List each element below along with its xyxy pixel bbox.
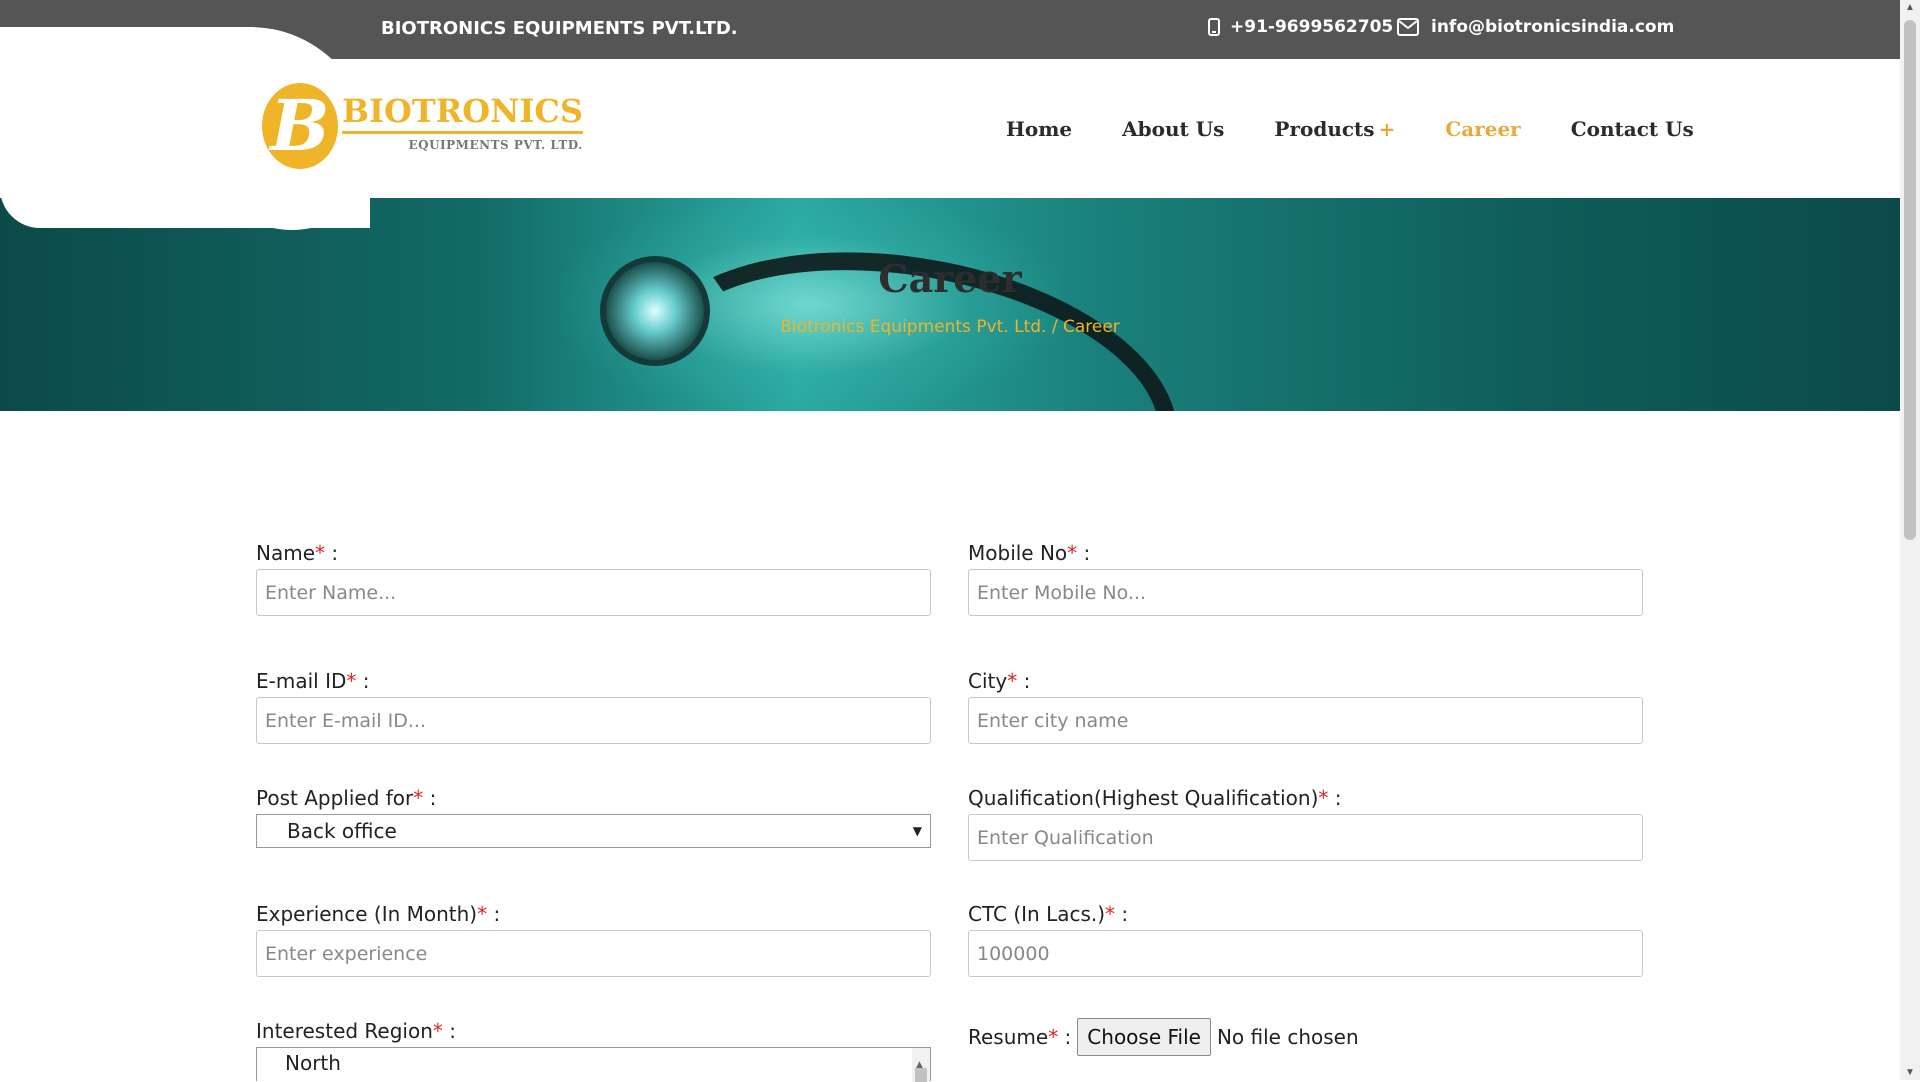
plus-icon: +	[1378, 117, 1396, 141]
mobile-label: Mobile No* :	[968, 541, 1091, 565]
breadcrumb-separator: /	[1051, 317, 1058, 337]
post-select[interactable]: Back office ▼	[256, 814, 931, 848]
post-label: Post Applied for* :	[256, 786, 437, 810]
site-logo[interactable]: B BIOTRONICS EQUIPMENTS PVT. LTD.	[262, 83, 583, 169]
logo-mark: B	[262, 83, 338, 169]
email-link[interactable]: info@biotronicsindia.com	[1397, 17, 1674, 37]
choose-file-button[interactable]: Choose File	[1077, 1018, 1211, 1056]
region-field-group: Interested Region* : North ▲	[256, 1018, 931, 1082]
resume-field-group: Resume* : Choose File No file chosen	[968, 1018, 1643, 1056]
logo-wordmark: BIOTRONICS EQUIPMENTS PVT. LTD.	[342, 92, 583, 152]
region-label: Interested Region* :	[256, 1019, 457, 1043]
breadcrumb-current: Career	[1062, 317, 1120, 337]
page-scrollbar[interactable]: ▲ ▼	[1900, 0, 1920, 1080]
page-scroll-thumb[interactable]	[1904, 20, 1916, 540]
company-name: BIOTRONICS EQUIPMENTS PVT.LTD.	[381, 18, 738, 39]
breadcrumb-home[interactable]: Biotronics Equipments Pvt. Ltd.	[780, 317, 1046, 337]
nav-products-label: Products	[1274, 117, 1375, 141]
city-field-group: City* :	[968, 668, 1643, 744]
resume-row: Resume* : Choose File No file chosen	[968, 1018, 1643, 1056]
scroll-down-icon[interactable]: ▼	[1905, 1067, 1915, 1078]
nav-about-us[interactable]: About Us	[1122, 117, 1224, 141]
experience-input[interactable]	[256, 930, 931, 977]
file-status: No file chosen	[1216, 1025, 1359, 1049]
nav-products[interactable]: Products +	[1274, 117, 1395, 141]
region-option[interactable]: North	[285, 1051, 341, 1075]
nav-home[interactable]: Home	[1006, 117, 1072, 141]
name-label: Name* :	[256, 541, 339, 565]
logo-subtitle: EQUIPMENTS PVT. LTD.	[408, 138, 583, 152]
qualification-input[interactable]	[968, 814, 1643, 861]
phone-link[interactable]: +91-9699562705	[1208, 17, 1393, 37]
experience-label: Experience (In Month)* :	[256, 902, 501, 926]
qualification-label: Qualification(Highest Qualification)* :	[968, 786, 1342, 810]
envelope-icon	[1397, 18, 1419, 36]
resume-label: Resume* :	[968, 1025, 1072, 1049]
experience-field-group: Experience (In Month)* :	[256, 901, 931, 977]
post-selected-value: Back office	[287, 819, 397, 843]
mobile-field-group: Mobile No* :	[968, 540, 1643, 616]
email-address: info@biotronicsindia.com	[1431, 17, 1675, 37]
mobile-phone-icon	[1208, 18, 1220, 36]
main-nav: Home About Us Products + Career Contact U…	[1006, 117, 1744, 141]
region-listbox[interactable]: North ▲	[256, 1047, 931, 1082]
city-input[interactable]	[968, 697, 1643, 744]
phone-number: +91-9699562705	[1230, 17, 1394, 37]
nav-contact-us[interactable]: Contact Us	[1571, 117, 1694, 141]
page-title: Career	[878, 256, 1022, 301]
email-input[interactable]	[256, 697, 931, 744]
ctc-label: CTC (In Lacs.)* :	[968, 902, 1129, 926]
nav-career[interactable]: Career	[1445, 117, 1520, 141]
page-banner: Career Biotronics Equipments Pvt. Ltd. /…	[0, 198, 1900, 411]
email-field-group: E-mail ID* :	[256, 668, 931, 744]
breadcrumb: Biotronics Equipments Pvt. Ltd. / Career	[0, 317, 1900, 337]
name-field-group: Name* :	[256, 540, 931, 616]
scroll-up-icon[interactable]: ▲	[1905, 2, 1915, 13]
name-input[interactable]	[256, 569, 931, 616]
ctc-input[interactable]	[968, 930, 1643, 977]
email-label: E-mail ID* :	[256, 669, 370, 693]
post-field-group: Post Applied for* : Back office ▼	[256, 785, 931, 848]
region-listbox-scrollbar[interactable]: ▲	[912, 1048, 930, 1082]
logo-brand: BIOTRONICS	[342, 92, 583, 134]
ctc-field-group: CTC (In Lacs.)* :	[968, 901, 1643, 977]
mobile-input[interactable]	[968, 569, 1643, 616]
caret-down-icon: ▼	[912, 824, 922, 838]
city-label: City* :	[968, 669, 1031, 693]
qualification-field-group: Qualification(Highest Qualification)* :	[968, 785, 1643, 861]
